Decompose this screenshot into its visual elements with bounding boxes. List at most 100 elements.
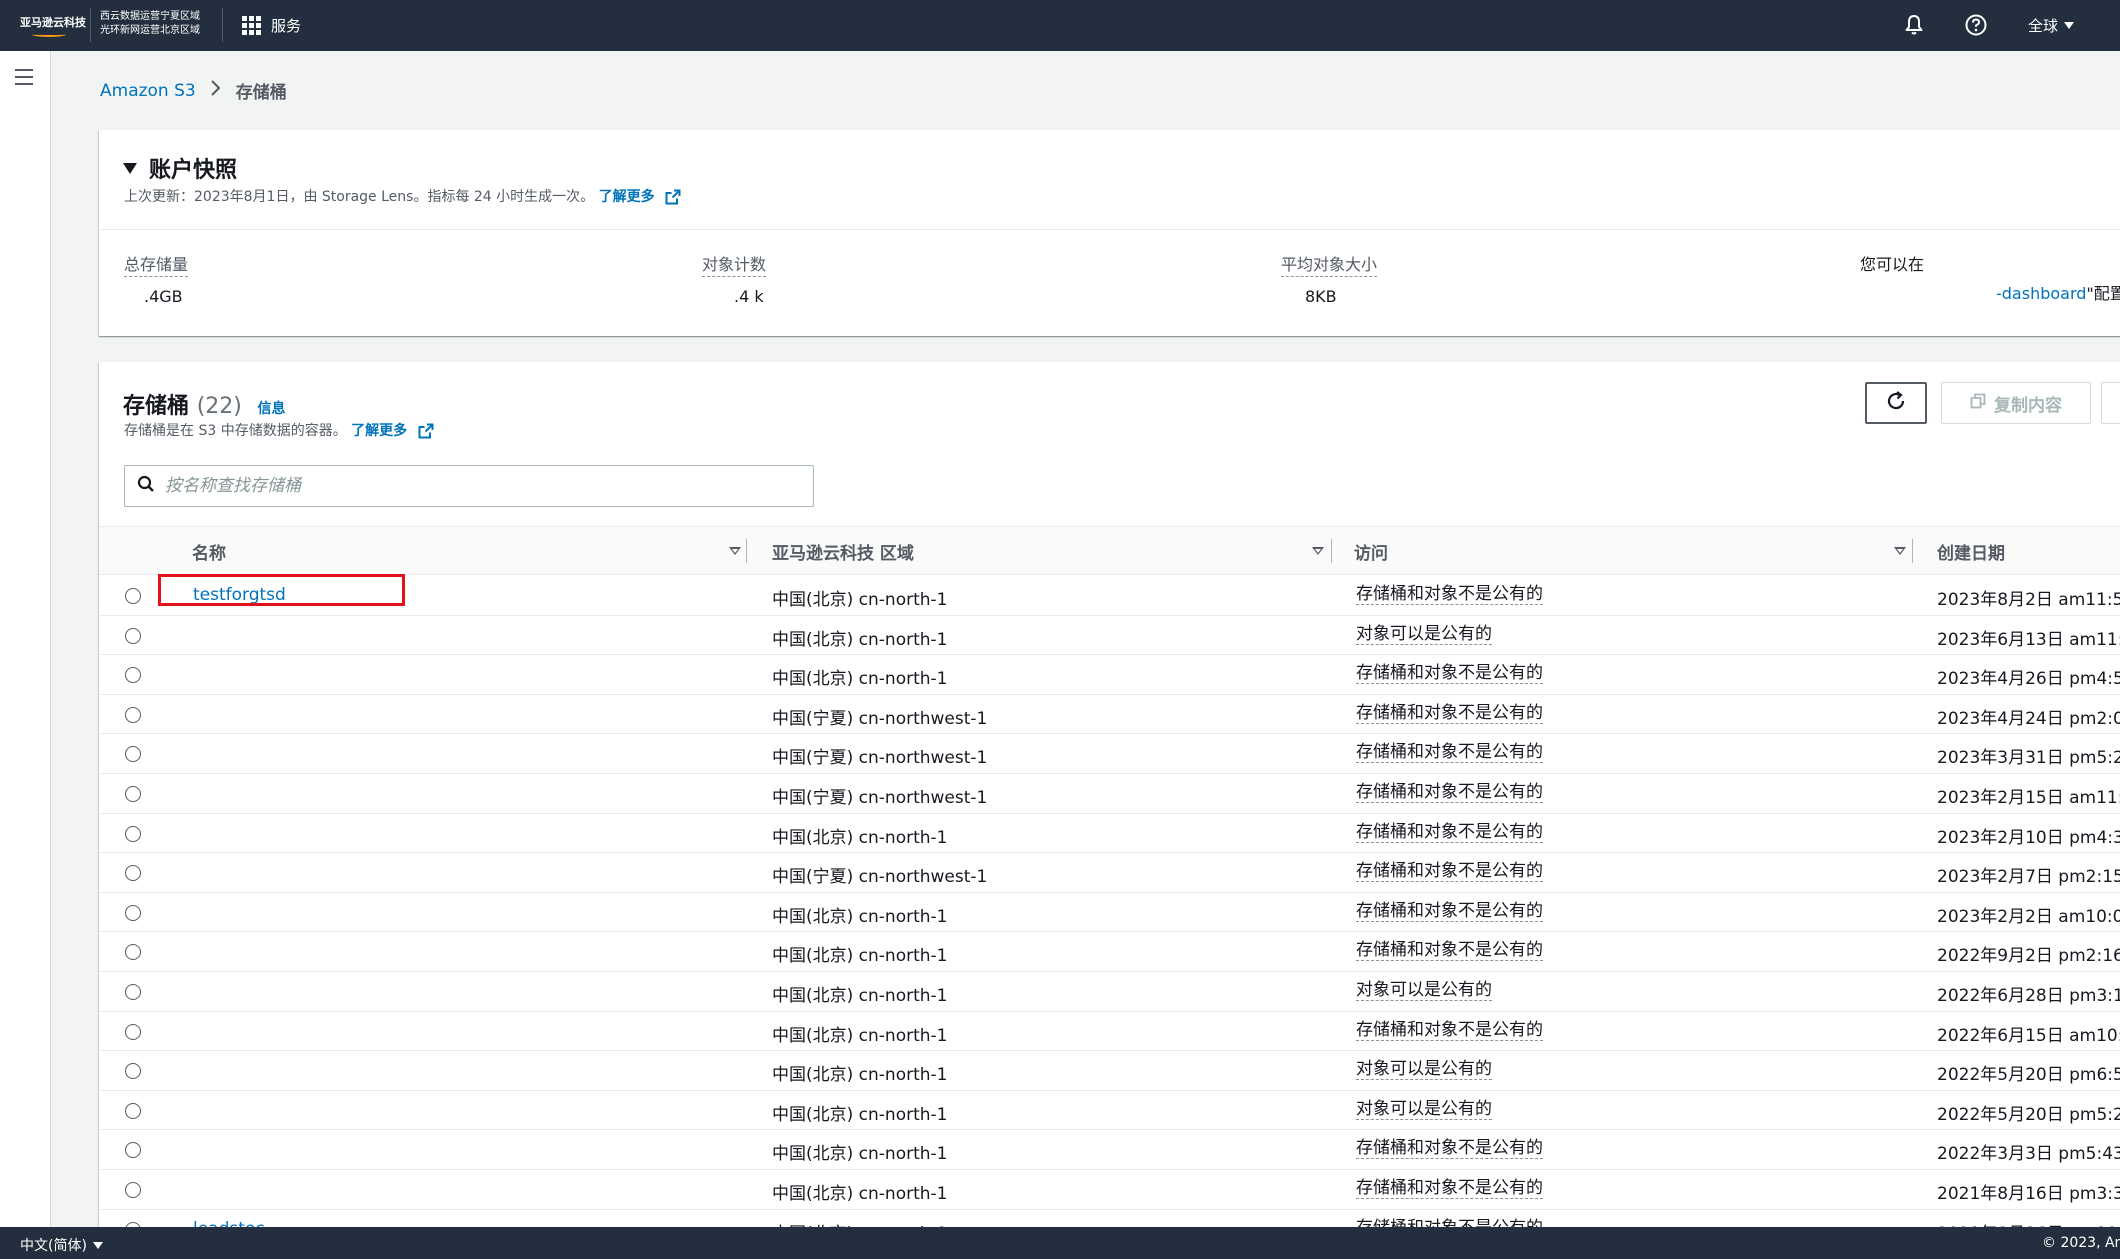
table-row[interactable]: 中国(北京) cn-north-1 存储桶和对象不是公有的 2021年8月16日 p… — [99, 1170, 2120, 1210]
bucket-created-date: 2023年2月10日 pm4:32 — [1937, 827, 2120, 848]
dashboard-note-tail: "配置 — [2086, 284, 2120, 303]
bucket-access[interactable]: 对象可以是公有的 — [1356, 1060, 1492, 1081]
more-actions-button[interactable] — [2101, 382, 2120, 424]
bucket-access[interactable]: 存储桶和对象不是公有的 — [1356, 1179, 1543, 1199]
breadcrumb-root-link[interactable]: Amazon S3 — [100, 81, 196, 101]
side-navigation-rail — [0, 51, 51, 1227]
region-selector[interactable]: 全球 — [2028, 15, 2075, 36]
table-row[interactable]: 中国(北京) cn-north-1 存储桶和对象不是公有的 2022年6月15日 a… — [99, 1012, 2120, 1052]
bucket-access[interactable]: 存储桶和对象不是公有的 — [1356, 1020, 1543, 1041]
bucket-access[interactable]: 存储桶和对象不是公有的 — [1356, 703, 1543, 724]
table-row[interactable]: 中国(北京) cn-north-1 对象可以是公有的 2022年5月20日 pm5:… — [99, 1091, 2120, 1131]
copy-content-button[interactable]: 复制内容 — [1941, 382, 2091, 424]
bucket-created-date: 2023年2月7日 pm2:15: — [1937, 867, 2120, 888]
notifications-bell-icon[interactable] — [1902, 13, 1926, 37]
refresh-button[interactable] — [1865, 382, 1927, 424]
bucket-region: 中国(北京) cn-north-1 — [772, 1025, 948, 1046]
column-header-name[interactable]: 名称 — [192, 527, 226, 575]
bucket-region: 中国(北京) cn-north-1 — [772, 827, 948, 848]
bucket-region: 中国(北京) cn-north-1 — [772, 1144, 948, 1165]
column-resizer[interactable] — [746, 539, 747, 563]
row-select-radio[interactable] — [125, 627, 141, 644]
row-select-radio[interactable] — [125, 667, 141, 684]
table-row[interactable]: 中国(宁夏) cn-northwest-1 存储桶和对象不是公有的 2023年2月1… — [99, 774, 2120, 814]
bucket-access[interactable]: 对象可以是公有的 — [1356, 1099, 1492, 1120]
info-link[interactable]: 信息 — [258, 401, 286, 417]
row-select-radio[interactable] — [125, 984, 141, 1000]
metric-value: .4GB — [144, 287, 183, 306]
external-link-icon[interactable] — [665, 189, 681, 205]
account-snapshot-toggle[interactable]: 账户快照 — [123, 152, 237, 184]
bucket-region: 中国(北京) cn-north-1 — [772, 1065, 948, 1086]
dashboard-note: 您可以在 — [1860, 255, 1925, 274]
metric-label[interactable]: 对象计数 — [702, 251, 767, 277]
search-input[interactable] — [165, 476, 785, 496]
bucket-access[interactable]: 存储桶和对象不是公有的 — [1356, 822, 1543, 843]
row-select-radio[interactable] — [125, 786, 141, 802]
row-select-radio[interactable] — [125, 1142, 141, 1159]
row-select-radio[interactable] — [125, 588, 141, 604]
hamburger-menu-icon[interactable] — [15, 69, 35, 85]
external-link-icon[interactable] — [418, 423, 434, 439]
bucket-access[interactable]: 存储桶和对象不是公有的 — [1356, 783, 1543, 803]
logo-brand-text: 亚马逊云科技 — [20, 16, 86, 29]
table-row[interactable]: 中国(北京) cn-north-1 对象可以是公有的 2022年5月20日 pm6:… — [99, 1051, 2120, 1091]
row-select-radio[interactable] — [125, 706, 141, 723]
dashboard-link-text[interactable]: -dashboard — [1996, 284, 2086, 303]
table-row[interactable]: 中国(宁夏) cn-northwest-1 存储桶和对象不是公有的 2023年3月3… — [99, 734, 2120, 774]
row-select-radio[interactable] — [125, 944, 141, 961]
table-row[interactable]: 中国(北京) cn-north-1 存储桶和对象不是公有的 2023年2月2日 am… — [99, 893, 2120, 933]
aws-china-logo[interactable]: 亚马逊云科技 — [20, 10, 88, 40]
row-select-radio[interactable] — [125, 1063, 141, 1080]
bucket-search-field[interactable] — [124, 465, 814, 507]
row-select-radio[interactable] — [125, 1182, 141, 1198]
column-header-created[interactable]: 创建日期 — [1937, 527, 2005, 575]
bucket-created-date: 2023年6月13日 am11:0 — [1937, 629, 2120, 650]
column-resizer[interactable] — [1912, 539, 1913, 563]
bucket-access[interactable]: 存储桶和对象不是公有的 — [1356, 901, 1543, 922]
refresh-icon — [1885, 390, 1907, 416]
row-select-radio[interactable] — [125, 825, 141, 842]
row-select-radio[interactable] — [125, 1023, 141, 1040]
bucket-access[interactable]: 存储桶和对象不是公有的 — [1356, 941, 1543, 962]
metric-total-storage: 总存储量 .4GB — [124, 251, 189, 306]
bucket-region: 中国(宁夏) cn-northwest-1 — [772, 788, 988, 808]
column-header-access[interactable]: 访问 — [1354, 527, 1388, 575]
dashboard-link[interactable]: -dashboard"配置 — [1996, 280, 2120, 304]
table-row[interactable]: 中国(北京) cn-north-1 对象可以是公有的 2022年6月28日 pm3:… — [99, 972, 2120, 1012]
buckets-header: 存储桶 (22) 信息 — [123, 388, 286, 420]
table-row[interactable]: 中国(宁夏) cn-northwest-1 存储桶和对象不是公有的 2023年4月2… — [99, 695, 2120, 735]
table-row[interactable]: 中国(宁夏) cn-northwest-1 存储桶和对象不是公有的 2023年2月7… — [99, 853, 2120, 893]
table-row[interactable]: 中国(北京) cn-north-1 存储桶和对象不是公有的 2022年9月2日 pm… — [99, 932, 2120, 972]
bucket-access[interactable]: 对象可以是公有的 — [1356, 624, 1492, 645]
help-icon[interactable] — [1964, 13, 1988, 37]
language-selector[interactable]: 中文(简体) — [20, 1235, 103, 1255]
buckets-learn-more-link[interactable]: 了解更多 — [351, 423, 407, 439]
row-select-radio[interactable] — [125, 746, 141, 763]
bucket-access[interactable]: 存储桶和对象不是公有的 — [1356, 743, 1543, 764]
bucket-access[interactable]: 存储桶和对象不是公有的 — [1356, 585, 1543, 605]
column-header-region[interactable]: 亚马逊云科技 区域 — [772, 527, 914, 575]
metric-label[interactable]: 总存储量 — [124, 251, 189, 277]
bucket-region: 中国(北京) cn-north-1 — [772, 946, 948, 967]
column-region-label: 亚马逊云科技 区域 — [772, 543, 914, 564]
bucket-access[interactable]: 对象可以是公有的 — [1356, 981, 1492, 1001]
table-row[interactable]: 中国(北京) cn-north-1 存储桶和对象不是公有的 2023年4月26日 p… — [99, 655, 2120, 695]
bucket-created-date: 2022年3月3日 pm5:43: — [1937, 1144, 2120, 1165]
snapshot-learn-more-link[interactable]: 了解更多 — [599, 189, 655, 205]
table-row[interactable]: 中国(北京) cn-north-1 对象可以是公有的 2023年6月13日 am11… — [99, 616, 2120, 656]
column-resizer[interactable] — [1331, 539, 1332, 563]
sort-caret-icon — [729, 547, 741, 555]
bucket-access[interactable]: 存储桶和对象不是公有的 — [1356, 664, 1543, 685]
top-navigation: 亚马逊云科技 西云数据运营宁夏区域 光环新网运营北京区域 服务 全球 — [0, 0, 2120, 51]
bucket-access[interactable]: 存储桶和对象不是公有的 — [1356, 862, 1543, 883]
account-snapshot-panel: 账户快照 上次更新：2023年8月1日，由 Storage Lens。指标每 2… — [99, 130, 2120, 336]
row-select-radio[interactable] — [125, 904, 141, 921]
table-row[interactable]: 中国(北京) cn-north-1 存储桶和对象不是公有的 2022年3月3日 pm… — [99, 1130, 2120, 1170]
bucket-access[interactable]: 存储桶和对象不是公有的 — [1356, 1139, 1543, 1160]
table-row[interactable]: 中国(北京) cn-north-1 存储桶和对象不是公有的 2023年2月10日 p… — [99, 814, 2120, 854]
row-select-radio[interactable] — [125, 1102, 141, 1119]
services-menu-button[interactable]: 服务 — [242, 13, 301, 37]
metric-label[interactable]: 平均对象大小 — [1281, 251, 1378, 277]
row-select-radio[interactable] — [125, 865, 141, 882]
